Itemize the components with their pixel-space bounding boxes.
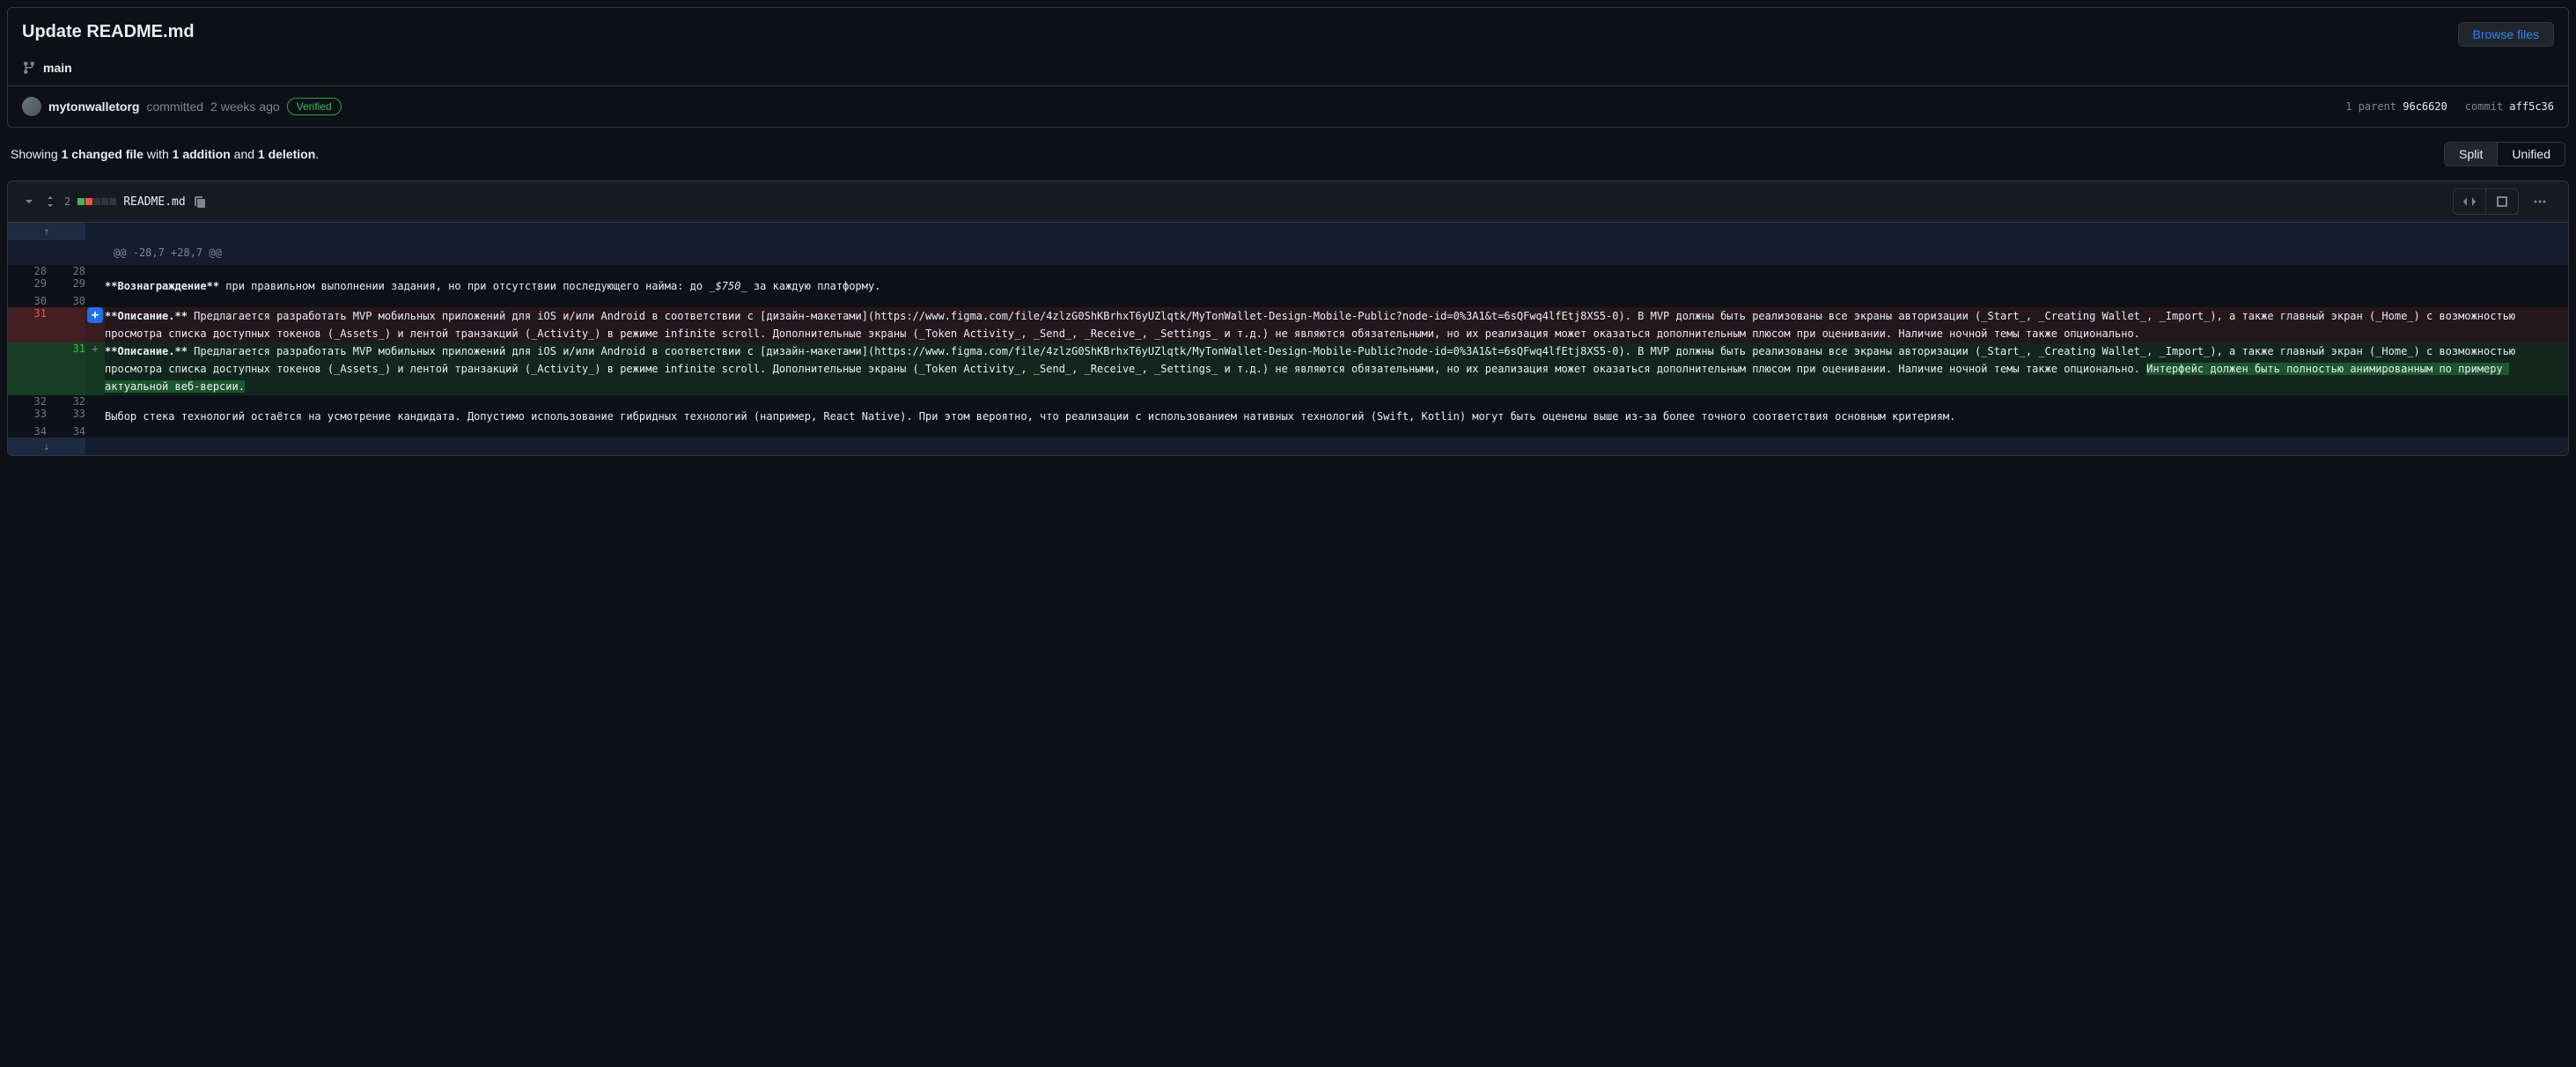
commit-refs: 1 parent 96c6620 commit aff5c36 [2345, 100, 2554, 113]
parent-sha-link[interactable]: 96c6620 [2403, 100, 2447, 113]
add-comment-button[interactable]: + [87, 307, 103, 323]
line-marker [85, 395, 105, 408]
line-content: **Описание.** Предлагается разработать M… [105, 342, 2568, 395]
line-content: **Описание.** Предлагается разработать M… [105, 307, 2568, 342]
expand-down-row[interactable]: ⇣ [8, 438, 2568, 455]
line-marker [85, 408, 105, 425]
file-name-link[interactable]: README.md [123, 195, 185, 209]
commit-sha: aff5c36 [2509, 100, 2554, 113]
view-toggle: Split Unified [2444, 142, 2565, 166]
diff-line: 31 +**Описание.** Предлагается разработат… [8, 307, 2568, 342]
avatar[interactable] [22, 97, 41, 116]
old-line-number[interactable]: 29 [8, 277, 47, 295]
diff-block-neutral [93, 198, 100, 205]
diff-line: 2929 **Вознаграждение** при правильном вы… [8, 277, 2568, 295]
line-content [105, 265, 2568, 277]
diff-line: 3232 [8, 395, 2568, 408]
commit-header: Update README.md Browse files main myton… [7, 7, 2569, 128]
kebab-menu-button[interactable] [2526, 189, 2554, 214]
chevron-down-icon[interactable] [22, 195, 36, 209]
line-marker: + [85, 342, 105, 395]
diff-line: 2828 [8, 265, 2568, 277]
new-line-number[interactable]: 30 [47, 295, 85, 307]
hunk-header-row: @@ -28,7 +28,7 @@ [8, 240, 2568, 265]
line-marker [85, 265, 105, 277]
verified-badge[interactable]: Verified [287, 98, 342, 115]
file-diff: 2 README.md [7, 180, 2569, 456]
old-line-number[interactable]: 28 [8, 265, 47, 277]
expand-all-icon[interactable] [43, 195, 57, 209]
diff-block-add [77, 198, 85, 205]
line-content: **Вознаграждение** при правильном выполн… [105, 277, 2568, 295]
new-line-number[interactable] [47, 307, 85, 342]
old-line-number[interactable] [8, 342, 47, 395]
new-line-number[interactable]: 29 [47, 277, 85, 295]
expand-up-icon: ⇡ [43, 225, 49, 238]
commit-time: 2 weeks ago [210, 99, 280, 114]
file-header-right [2453, 188, 2554, 215]
new-line-number[interactable]: 33 [47, 408, 85, 425]
old-line-number[interactable]: 32 [8, 395, 47, 408]
diff-stats-row: Showing 1 changed file with 1 addition a… [7, 142, 2569, 166]
line-content [105, 425, 2568, 438]
diff-blocks [77, 198, 116, 205]
browse-files-button[interactable]: Browse files [2458, 22, 2554, 47]
unified-view-button[interactable]: Unified [2498, 143, 2565, 166]
copy-icon[interactable] [193, 195, 207, 209]
diff-line: 3434 [8, 425, 2568, 438]
expand-down-icon: ⇣ [43, 440, 49, 453]
new-line-number[interactable]: 28 [47, 265, 85, 277]
branch-link[interactable]: main [43, 61, 72, 75]
line-marker [85, 425, 105, 438]
diff-stats-text: Showing 1 changed file with 1 addition a… [11, 147, 319, 161]
old-line-number[interactable]: 34 [8, 425, 47, 438]
commit-meta-row: mytonwalletorg committed 2 weeks ago Ver… [8, 85, 2568, 127]
commit-title-row: Update README.md Browse files [8, 8, 2568, 61]
source-view-button[interactable] [2453, 188, 2486, 215]
new-line-number[interactable]: 32 [47, 395, 85, 408]
diff-block-neutral [109, 198, 116, 205]
parent-ref: 1 parent 96c6620 [2345, 100, 2447, 113]
branch-icon [22, 61, 36, 75]
rendered-view-button[interactable] [2486, 188, 2519, 215]
line-content [105, 295, 2568, 307]
commit-title: Update README.md [22, 22, 195, 42]
author-section: mytonwalletorg committed 2 weeks ago Ver… [22, 97, 342, 116]
new-line-number[interactable]: 31 [47, 342, 85, 395]
hunk-header: @@ -28,7 +28,7 @@ [105, 240, 2568, 265]
diff-block-del [85, 198, 92, 205]
file-header-left: 2 README.md [22, 195, 207, 209]
diff-table: ⇡ @@ -28,7 +28,7 @@ 28282929 **Вознагражд… [8, 223, 2568, 455]
diff-line: 31+**Описание.** Предлагается разработат… [8, 342, 2568, 395]
old-line-number[interactable]: 30 [8, 295, 47, 307]
expand-up-row[interactable]: ⇡ [8, 223, 2568, 240]
line-marker [85, 277, 105, 295]
diff-block-neutral [101, 198, 108, 205]
file-header: 2 README.md [8, 181, 2568, 223]
old-line-number[interactable]: 33 [8, 408, 47, 425]
line-marker: + [85, 307, 105, 342]
line-marker [85, 295, 105, 307]
author-link[interactable]: mytonwalletorg [48, 99, 139, 114]
commit-ref: commit aff5c36 [2465, 100, 2554, 113]
diff-line: 3333 Выбор стека технологий остаётся на у… [8, 408, 2568, 425]
new-line-number[interactable]: 34 [47, 425, 85, 438]
diff-line: 3030 [8, 295, 2568, 307]
file-changes-count: 2 [64, 195, 70, 208]
commit-action: committed [146, 99, 203, 114]
line-content: Выбор стека технологий остаётся на усмот… [105, 408, 2568, 425]
line-content [105, 395, 2568, 408]
split-view-button[interactable]: Split [2445, 143, 2498, 166]
branch-row: main [8, 61, 2568, 85]
old-line-number[interactable]: 31 [8, 307, 47, 342]
